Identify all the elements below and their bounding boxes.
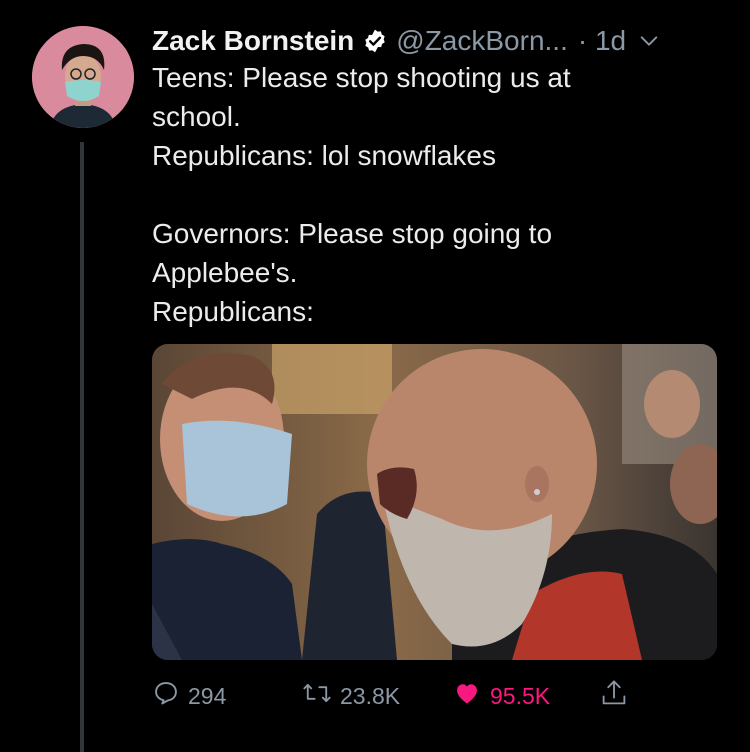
tweet-line: Governors: Please stop going to xyxy=(152,218,553,249)
tweet-line: school. xyxy=(152,101,241,132)
avatar[interactable] xyxy=(32,26,134,128)
heart-icon xyxy=(452,679,482,713)
reply-count: 294 xyxy=(188,682,227,709)
like-count: 95.5K xyxy=(490,682,551,709)
tweet-text: Teens: Please stop shooting us at school… xyxy=(152,58,672,331)
reply-icon xyxy=(152,679,180,713)
tweet-header: Zack Bornstein @ZackBorn... · 1d xyxy=(152,22,660,60)
reply-button[interactable]: 294 xyxy=(152,676,226,716)
retweet-icon xyxy=(302,679,332,713)
share-button[interactable] xyxy=(600,676,628,716)
action-bar: 294 23.8K 95.5K xyxy=(152,676,672,716)
tweet-line: Applebee's. xyxy=(152,257,298,288)
verified-icon xyxy=(362,28,388,54)
tweet-line: Republicans: xyxy=(152,296,314,327)
retweet-button[interactable]: 23.8K xyxy=(302,676,400,716)
tweet-photo[interactable] xyxy=(152,344,717,660)
author-name[interactable]: Zack Bornstein xyxy=(152,22,354,60)
timestamp[interactable]: · 1d xyxy=(578,22,626,60)
tweet-line: Teens: Please stop shooting us at xyxy=(152,62,571,93)
like-button[interactable]: 95.5K xyxy=(452,676,550,716)
author-handle[interactable]: @ZackBorn... xyxy=(396,22,568,60)
tweet-line: Republicans: lol snowflakes xyxy=(152,140,496,171)
retweet-count: 23.8K xyxy=(340,682,401,709)
chevron-down-icon[interactable] xyxy=(638,30,660,52)
share-icon xyxy=(600,678,628,714)
thread-line xyxy=(80,142,84,752)
